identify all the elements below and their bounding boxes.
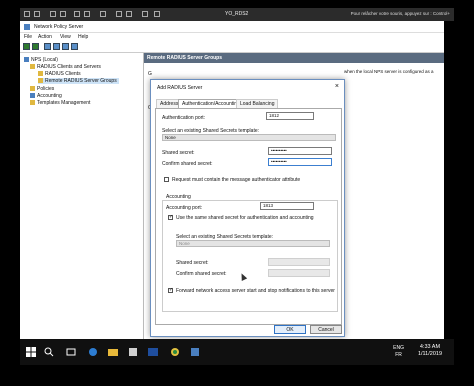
start-icon[interactable] (34, 11, 40, 17)
add-radius-server-dialog: Add RADIUS Server × Address Authenticati… (150, 79, 345, 337)
revert-icon[interactable] (126, 11, 132, 17)
tree-templates-management[interactable]: Templates Management (30, 100, 90, 106)
accounting-icon (30, 93, 35, 99)
tree-remote-radius-groups[interactable]: Remote RADIUS Server Groups (38, 78, 119, 84)
powershell-icon[interactable] (148, 347, 158, 357)
checkpoint-icon[interactable] (116, 11, 122, 17)
taskbar: ENG FR 4:33 AM 1/11/2019 (20, 339, 454, 365)
folder-icon (30, 64, 35, 70)
auth-port-label: Authentication port: (162, 115, 206, 121)
up-icon[interactable] (44, 43, 51, 50)
tree-radius-clients[interactable]: RADIUS Clients (38, 71, 81, 77)
pause-icon[interactable] (84, 11, 90, 17)
acct-template-select[interactable]: None (176, 240, 330, 247)
request-authenticator-label: Request must contain the message authent… (172, 177, 301, 183)
network-policy-server-taskbar-icon[interactable] (190, 347, 200, 357)
shared-secret-template-select[interactable]: None (162, 134, 336, 141)
help-icon[interactable] (71, 43, 78, 50)
folder-icon (38, 78, 43, 84)
admin-tools-icon[interactable] (170, 347, 180, 357)
acct-secret-field[interactable] (268, 258, 330, 266)
server-manager-icon[interactable] (128, 347, 138, 357)
nps-toolbar (20, 41, 444, 53)
ctrl-alt-del-icon[interactable] (24, 11, 30, 17)
vm-title: YO_RDS2 (225, 11, 249, 17)
search-icon[interactable] (44, 347, 54, 357)
taskbar-clock[interactable]: 4:33 AM 1/11/2019 (418, 344, 442, 358)
tree-policies[interactable]: Policies (30, 86, 54, 92)
same-secret-checkbox[interactable]: ✓ (168, 215, 173, 220)
tree-accounting[interactable]: Accounting (30, 93, 62, 99)
back-icon[interactable] (23, 43, 30, 50)
menu-file[interactable]: File (24, 34, 32, 40)
release-mouse-hint: Pour relâcher votre souris, appuyez sur … (350, 11, 450, 16)
acct-confirm-field[interactable] (268, 269, 330, 277)
share-icon[interactable] (154, 11, 160, 17)
folder-icon (38, 71, 43, 77)
menu-action[interactable]: Action (38, 34, 52, 40)
task-view-icon[interactable] (66, 347, 76, 357)
auth-port-field[interactable]: 1812 (266, 112, 314, 120)
properties-icon[interactable] (62, 43, 69, 50)
details-description: when the local NPS server is configured … (344, 69, 434, 74)
windows-start-icon[interactable] (26, 347, 36, 357)
turn-off-icon[interactable] (50, 11, 56, 17)
cancel-button[interactable]: Cancel (310, 325, 342, 334)
show-hide-tree-icon[interactable] (53, 43, 60, 50)
acct-confirm-label: Confirm shared secret: (176, 271, 227, 277)
same-secret-label: Use the same shared secret for authentic… (176, 215, 314, 221)
input-language-indicator[interactable]: ENG FR (393, 345, 404, 359)
menu-help[interactable]: Help (78, 34, 88, 40)
details-pane-header: Remote RADIUS Server Groups (144, 53, 444, 63)
acct-secret-label: Shared secret: (176, 260, 209, 266)
console-tree: NPS (Local) RADIUS Clients and Servers R… (20, 53, 144, 339)
authentication-accounting-panel: Authentication port: 1812 Select an exis… (155, 108, 342, 325)
shutdown-icon[interactable] (60, 11, 66, 17)
edge-icon[interactable] (88, 347, 98, 357)
shared-secret-field[interactable]: •••••••••• (268, 147, 332, 155)
vm-connection-toolbar: YO_RDS2 Pour relâcher votre souris, appu… (20, 8, 454, 21)
folder-icon (30, 100, 35, 106)
confirm-secret-field[interactable]: •••••••••• (268, 158, 332, 166)
acct-port-label: Accounting port: (166, 205, 203, 211)
forward-notifications-checkbox[interactable]: ✓ (168, 288, 173, 293)
window-title: Network Policy Server (34, 24, 84, 30)
tree-radius-clients-servers[interactable]: RADIUS Clients and Servers (30, 64, 101, 70)
forward-icon[interactable] (32, 43, 39, 50)
nps-app-icon (24, 24, 30, 30)
dialog-title: Add RADIUS Server (157, 85, 203, 91)
enhanced-session-icon[interactable] (142, 11, 148, 17)
forward-notifications-label: Forward network access server start and … (176, 288, 335, 294)
details-letter: G (148, 71, 152, 77)
server-icon (24, 57, 29, 63)
save-icon[interactable] (74, 11, 80, 17)
file-explorer-icon[interactable] (108, 347, 118, 357)
acct-port-field[interactable]: 1813 (260, 202, 314, 210)
close-icon[interactable]: × (335, 83, 339, 90)
reset-icon[interactable] (100, 11, 106, 17)
ok-button[interactable]: OK (274, 325, 306, 334)
tree-nps-local[interactable]: NPS (Local) (24, 57, 58, 63)
menu-bar: File Action View Help (20, 32, 444, 41)
folder-icon (30, 86, 35, 92)
request-authenticator-checkbox[interactable] (164, 177, 169, 182)
shared-secret-label: Shared secret: (162, 150, 195, 156)
menu-view[interactable]: View (60, 34, 71, 40)
confirm-secret-label: Confirm shared secret: (162, 161, 213, 167)
